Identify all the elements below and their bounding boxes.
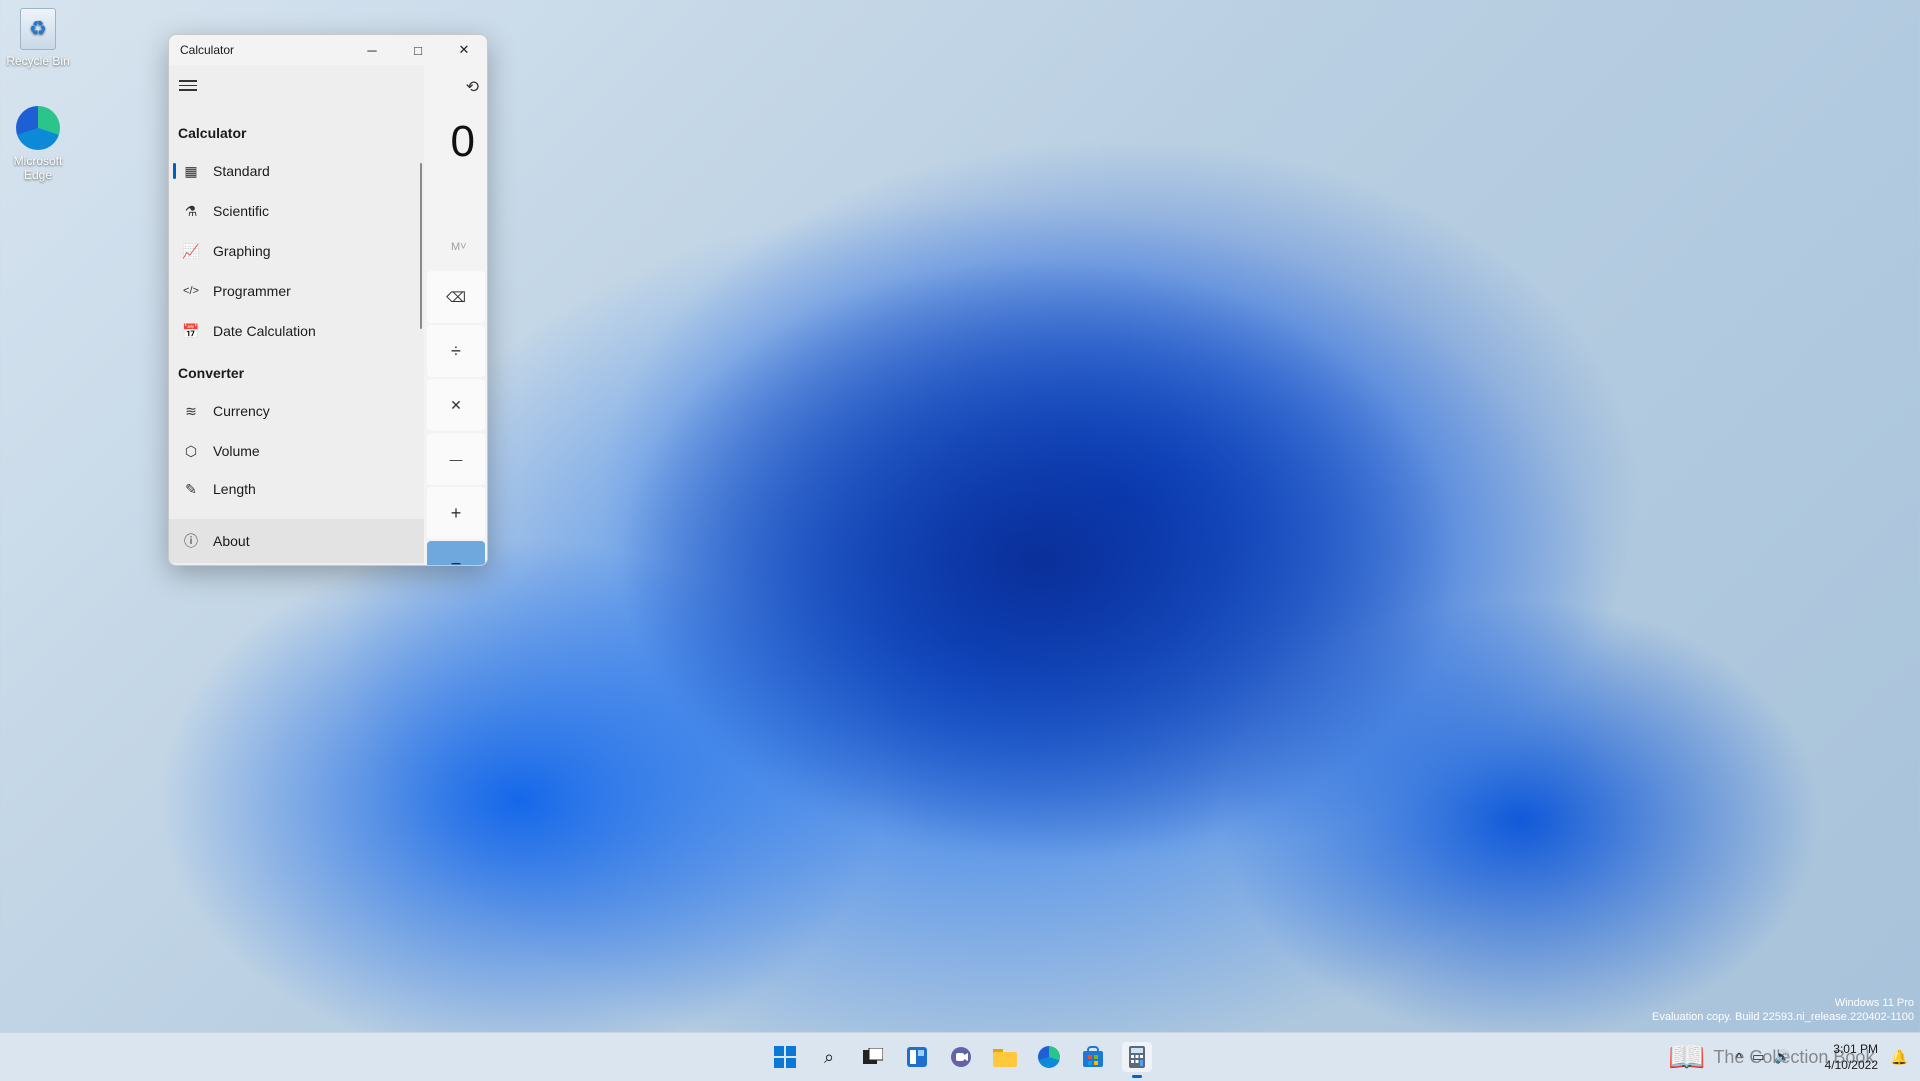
desktop-icon-recycle-bin[interactable]: ♻ Recycle Bin <box>0 8 76 68</box>
widgets-button[interactable] <box>902 1042 932 1072</box>
flask-icon: ⚗ <box>184 202 198 219</box>
hamburger-menu-icon[interactable] <box>179 77 197 91</box>
store-icon <box>1083 1046 1103 1067</box>
cube-icon: ⬡ <box>184 442 198 459</box>
notification-bell-icon: 🔔 <box>1890 1048 1908 1065</box>
minimize-button[interactable]: ─ <box>349 35 395 65</box>
widgets-icon <box>907 1047 927 1067</box>
volume-icon[interactable]: 🔊 <box>1774 1049 1790 1065</box>
nav-item-label: Scientific <box>213 203 270 219</box>
nav-item-date-calculation[interactable]: 📅 Date Calculation <box>173 313 419 349</box>
watermark-line2: Evaluation copy. Build 22593.ni_release.… <box>1652 1011 1914 1023</box>
equals-button[interactable]: = <box>427 541 485 566</box>
file-explorer-button[interactable] <box>990 1042 1020 1072</box>
memory-button[interactable]: M˅ <box>451 241 467 253</box>
multiply-button[interactable]: ✕ <box>427 379 485 431</box>
window-title: Calculator <box>180 43 235 57</box>
desktop-icon-label: Microsoft Edge <box>13 154 63 182</box>
info-icon: ⓘ <box>184 533 198 549</box>
maximize-button[interactable]: □ <box>395 35 441 65</box>
add-button[interactable]: + <box>427 487 485 539</box>
minus-icon: — <box>449 451 463 467</box>
edge-icon <box>1038 1046 1060 1068</box>
maximize-icon: □ <box>414 42 422 58</box>
nav-item-label: Volume <box>213 443 260 459</box>
chevron-up-icon[interactable]: ^ <box>1736 1050 1742 1065</box>
section-header-calculator: Calculator <box>178 125 247 141</box>
nav-item-label: Date Calculation <box>213 323 316 339</box>
currency-icon: ≋ <box>185 402 197 419</box>
nav-item-graphing[interactable]: 📈 Graphing <box>173 233 419 269</box>
nav-item-label: Programmer <box>213 283 291 299</box>
close-icon: ✕ <box>458 42 470 57</box>
nav-item-currency[interactable]: ≋ Currency <box>173 393 419 429</box>
calculator-window: Calculator ─ □ ✕ Calculator ▦ Standard ⚗… <box>168 34 488 566</box>
search-icon: ⌕ <box>823 1046 835 1067</box>
nav-item-about[interactable]: ⓘ About <box>169 519 424 563</box>
edge-taskbar-button[interactable] <box>1034 1042 1064 1072</box>
edge-icon <box>16 106 60 150</box>
store-button[interactable] <box>1078 1042 1108 1072</box>
nav-item-label: Currency <box>213 403 270 419</box>
clock[interactable]: 3:01 PM 4/10/2022 <box>1825 1041 1878 1073</box>
nav-scrollbar[interactable] <box>420 163 422 329</box>
multiply-icon: ✕ <box>450 396 462 413</box>
windows-evaluation-watermark: Windows 11 Pro Evaluation copy. Build 22… <box>1652 996 1914 1024</box>
start-button[interactable] <box>770 1042 800 1072</box>
task-view-icon <box>863 1048 883 1064</box>
calculator-taskbar-button[interactable] <box>1122 1042 1152 1078</box>
nav-item-programmer[interactable]: </> Programmer <box>173 273 419 309</box>
minimize-icon: ─ <box>367 42 377 58</box>
close-button[interactable]: ✕ <box>441 35 487 65</box>
code-icon: </> <box>183 285 199 297</box>
result-display: 0 <box>450 117 475 166</box>
ruler-icon: ✎ <box>185 481 197 497</box>
backspace-icon: ⌫ <box>446 288 466 305</box>
windows-logo-icon <box>774 1046 796 1068</box>
teams-chat-button[interactable] <box>946 1042 976 1072</box>
divide-button[interactable]: ÷ <box>427 325 485 377</box>
divide-icon: ÷ <box>451 340 461 361</box>
nav-item-volume[interactable]: ⬡ Volume <box>173 433 419 469</box>
notification-button[interactable]: 🔔 <box>1891 1033 1908 1081</box>
taskbar: ⌕ 📖 The Collection Book ^ ▭ 🔊 3:01 PM 4/… <box>0 1032 1920 1081</box>
system-tray: ^ ▭ 🔊 <box>1736 1033 1791 1081</box>
equals-icon: = <box>450 555 462 566</box>
graph-icon: 📈 <box>182 242 200 259</box>
nav-item-length[interactable]: ✎ Length <box>173 473 419 503</box>
plus-icon: + <box>450 502 462 523</box>
recycle-bin-icon: ♻ <box>20 8 56 50</box>
section-header-converter: Converter <box>178 365 245 381</box>
navigation-pane: Calculator ▦ Standard ⚗ Scientific 📈 Gra… <box>169 65 424 565</box>
nav-item-label: Standard <box>213 163 270 179</box>
clock-date: 4/10/2022 <box>1824 1058 1878 1072</box>
calendar-icon: 📅 <box>182 322 200 339</box>
task-view-button[interactable] <box>858 1042 888 1072</box>
network-icon[interactable]: ▭ <box>1752 1049 1764 1065</box>
desktop-icon-label: Recycle Bin <box>6 54 70 68</box>
nav-item-scientific[interactable]: ⚗ Scientific <box>173 193 419 229</box>
nav-item-label: Graphing <box>213 243 271 259</box>
desktop-icon-edge[interactable]: Microsoft Edge <box>0 106 76 182</box>
history-icon[interactable]: ⟲ <box>466 77 479 97</box>
active-app-indicator <box>1132 1075 1142 1078</box>
nav-item-label: About <box>213 533 250 549</box>
clock-time: 3:01 PM <box>1833 1042 1878 1056</box>
title-bar[interactable]: Calculator ─ □ ✕ <box>169 35 487 65</box>
backspace-button[interactable]: ⌫ <box>427 271 485 323</box>
calculator-icon: ▦ <box>184 162 198 179</box>
watermark-line1: Windows 11 Pro <box>1834 997 1914 1009</box>
calculator-pane: ⟲ 0 M˅ ⌫ ÷ ✕ — + = <box>425 65 487 565</box>
subtract-button[interactable]: — <box>427 433 485 485</box>
search-button[interactable]: ⌕ <box>814 1042 844 1072</box>
nav-item-standard[interactable]: ▦ Standard <box>173 153 419 189</box>
folder-icon <box>993 1049 1017 1067</box>
nav-item-label: Length <box>213 481 256 497</box>
calculator-app-icon <box>1129 1046 1145 1068</box>
book-icon: 📖 <box>1668 1040 1706 1074</box>
chat-icon <box>951 1047 971 1067</box>
